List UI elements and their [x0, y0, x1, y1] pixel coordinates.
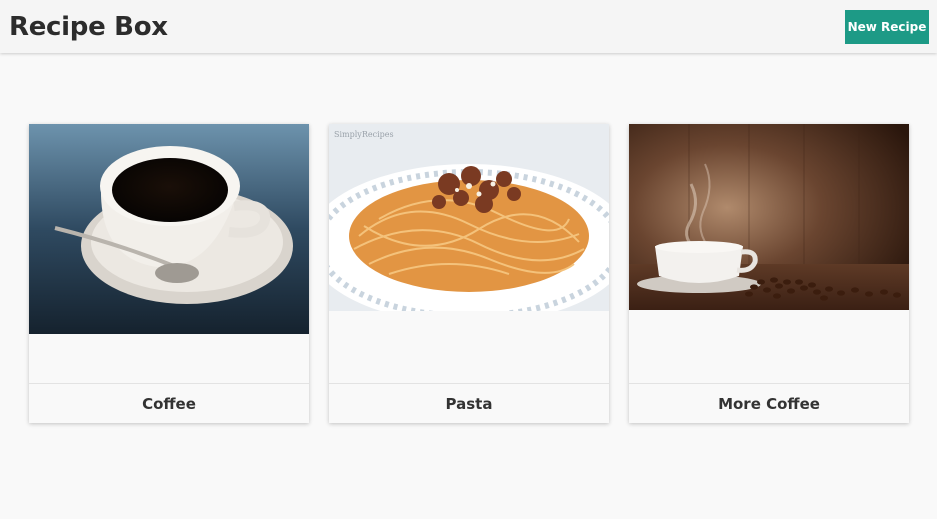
spaghetti-photo: SimplyRecipes [329, 124, 609, 311]
new-recipe-button[interactable]: New Recipe [845, 10, 929, 44]
recipe-name: Pasta [329, 383, 609, 423]
app-title: Recipe Box [9, 12, 168, 42]
simplyrecipes-watermark: SimplyRecipes [334, 130, 394, 139]
recipe-card-more-coffee[interactable]: More Coffee [629, 124, 909, 423]
recipe-card-pasta[interactable]: SimplyRecipes Pasta [329, 124, 609, 423]
top-bar: Recipe Box New Recipe [0, 0, 937, 53]
recipe-card-coffee[interactable]: Coffee [29, 124, 309, 423]
recipe-name: More Coffee [629, 383, 909, 423]
recipe-name: Coffee [29, 383, 309, 423]
coffee-beans-photo [629, 124, 909, 310]
coffee-photo [29, 124, 309, 334]
